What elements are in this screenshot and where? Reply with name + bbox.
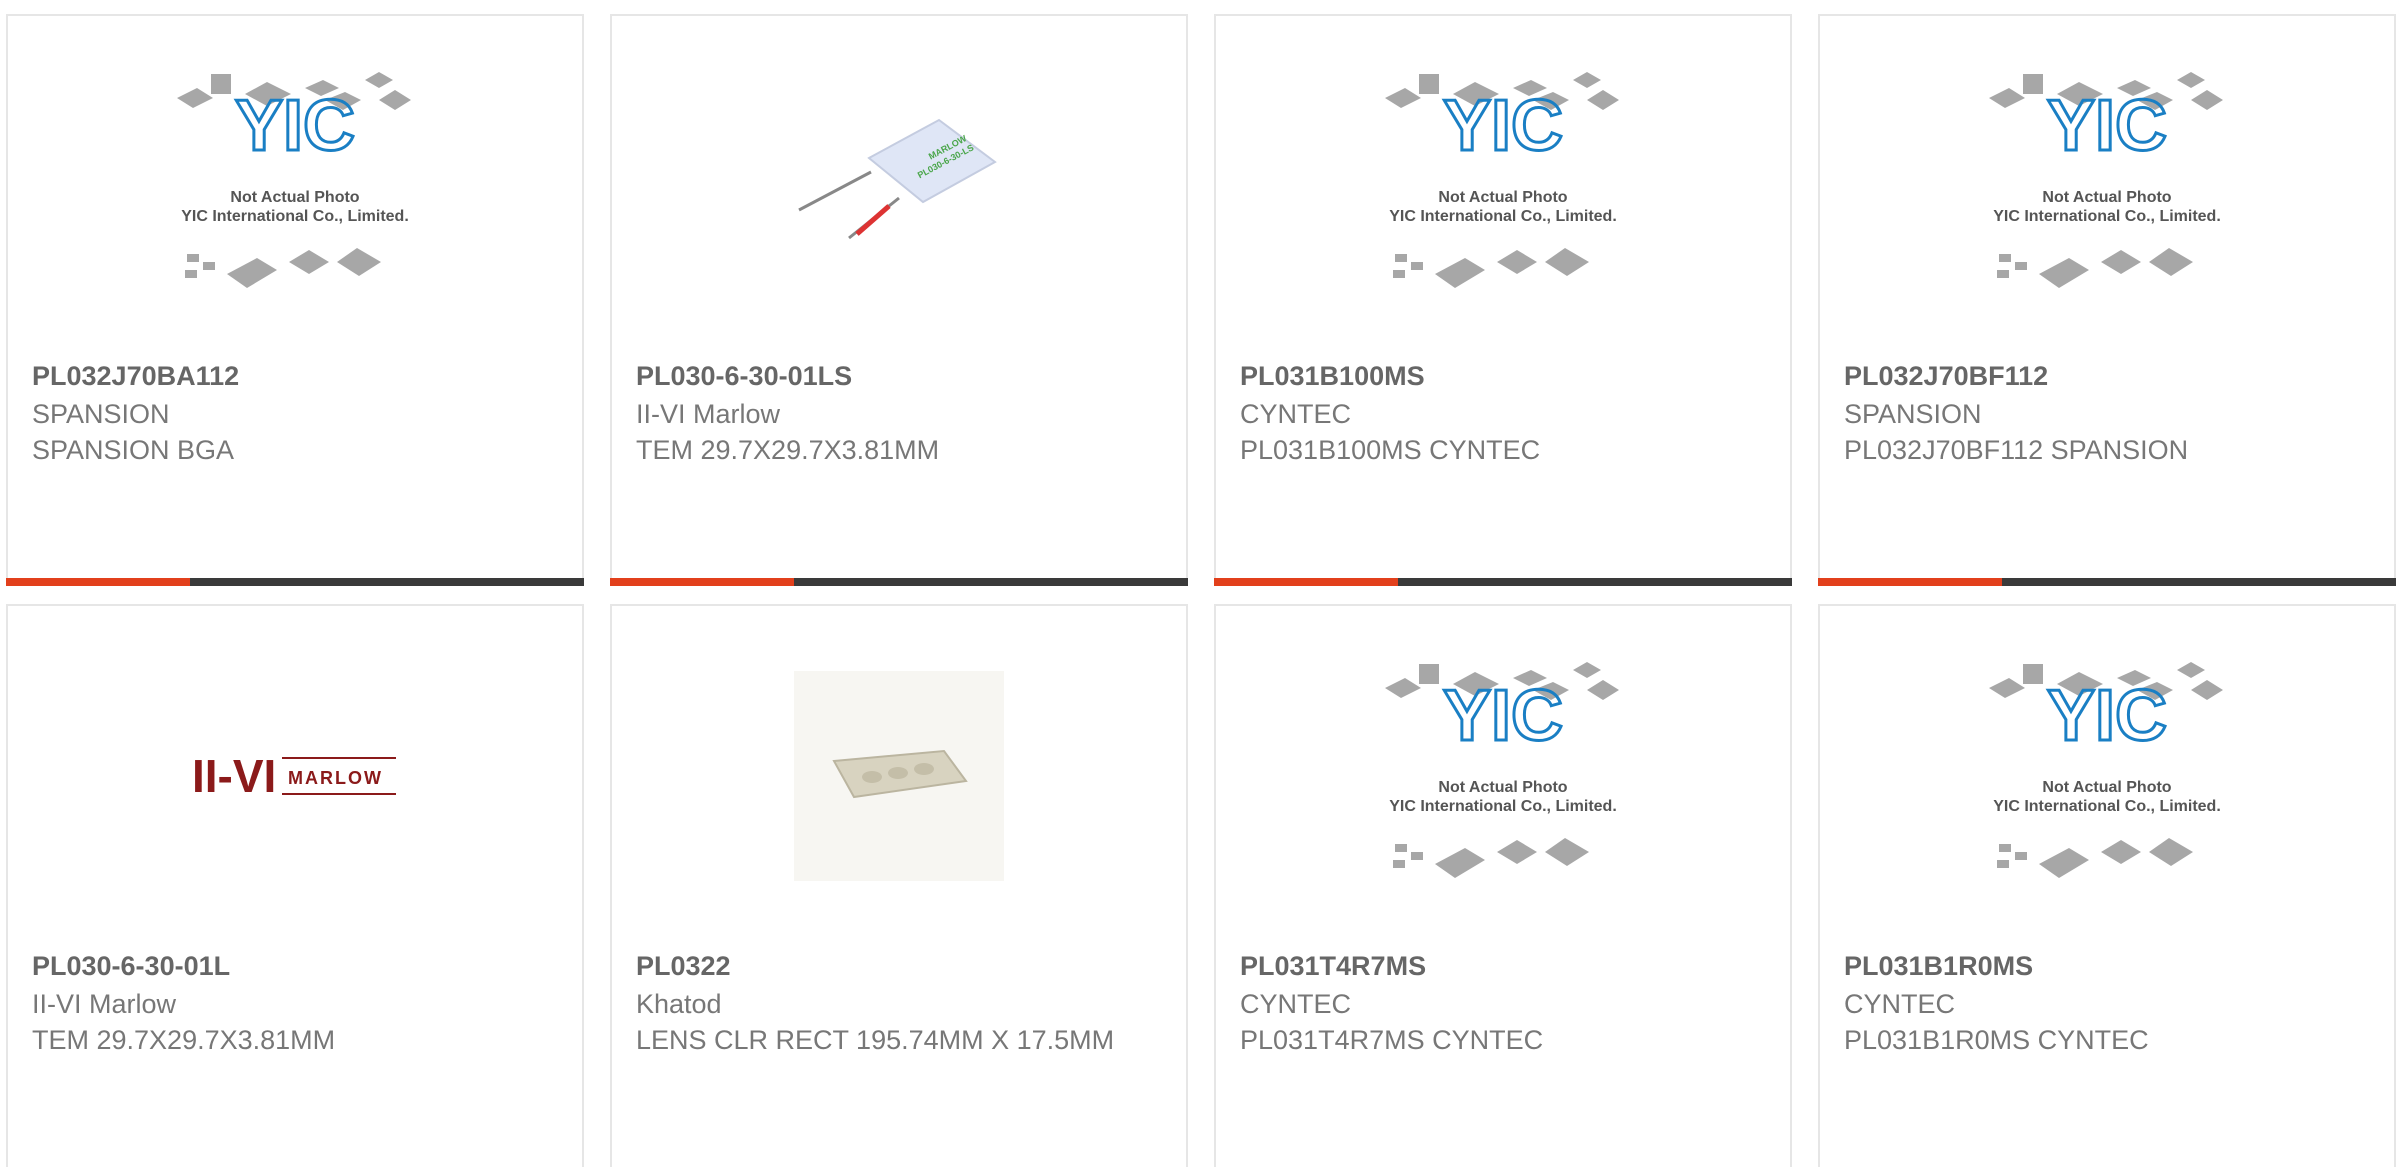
product-image[interactable]: MARLOW PL030-6-30-LS	[612, 16, 1186, 356]
product-image[interactable]: YIC Not Actual Photo YIC International C…	[1820, 16, 2394, 356]
part-number[interactable]: PL032J70BA112	[32, 358, 239, 394]
manufacturer: CYNTEC	[1240, 989, 1352, 1019]
description: TEM 29.7X29.7X3.81MM	[636, 435, 940, 465]
placeholder-line1: Not Actual Photo	[230, 189, 359, 206]
logo-right-text: MARLOW	[288, 768, 383, 788]
card-accent-bar	[1214, 578, 1398, 586]
product-image[interactable]: II-VI MARLOW	[8, 606, 582, 946]
part-number[interactable]: PL030-6-30-01LS	[636, 358, 852, 394]
not-actual-photo-placeholder: YIC Not Actual Photo YIC International C…	[1989, 662, 2223, 878]
product-card[interactable]: II-VI MARLOW PL030-6-30-01L II-VI Marlow…	[6, 604, 584, 1167]
manufacturer: SPANSION	[1844, 399, 1982, 429]
placeholder-line1: Not Actual Photo	[1438, 779, 1567, 796]
placeholder-line1: Not Actual Photo	[1438, 189, 1567, 206]
card-bottom-bar	[1818, 578, 2396, 586]
placeholder-line2: YIC International Co., Limited.	[1993, 208, 2221, 225]
placeholder-line2: YIC International Co., Limited.	[1389, 798, 1617, 815]
product-card[interactable]: YIC Not Actual Photo YIC International C…	[6, 14, 584, 586]
manufacturer: II-VI Marlow	[32, 989, 177, 1019]
card-bottom-bar	[6, 578, 584, 586]
placeholder-line1: Not Actual Photo	[2042, 189, 2171, 206]
description: LENS CLR RECT 195.74MM X 17.5MM	[636, 1025, 1115, 1055]
part-number[interactable]: PL031B100MS	[1240, 358, 1425, 394]
card-accent-bar	[6, 578, 190, 586]
part-number[interactable]: PL031T4R7MS	[1240, 948, 1426, 984]
card-accent-bar	[1818, 578, 2002, 586]
product-image[interactable]: YIC Not Actual Photo YIC International C…	[1216, 606, 1790, 946]
not-actual-photo-placeholder: YIC Not Actual Photo YIC International C…	[177, 72, 411, 288]
description: TEM 29.7X29.7X3.81MM	[32, 1025, 336, 1055]
marlow-logo: II-VI MARLOW	[192, 750, 396, 802]
description: PL031B1R0MS CYNTEC	[1844, 1025, 2149, 1055]
tec-module-image: MARLOW PL030-6-30-LS	[798, 118, 997, 240]
manufacturer: CYNTEC	[1240, 399, 1352, 429]
card-bottom-bar	[1214, 578, 1792, 586]
product-image[interactable]: YIC Not Actual Photo YIC International C…	[8, 16, 582, 356]
part-number[interactable]: PL0322	[636, 948, 731, 984]
part-number[interactable]: PL030-6-30-01L	[32, 948, 230, 984]
yic-logo: YIC	[1443, 86, 1563, 166]
placeholder-line2: YIC International Co., Limited.	[1993, 798, 2221, 815]
lens-strip-image	[794, 671, 1004, 881]
yic-logo: YIC	[2047, 86, 2167, 166]
description: SPANSION BGA	[32, 435, 235, 465]
placeholder-line2: YIC International Co., Limited.	[181, 208, 409, 225]
product-image[interactable]	[612, 606, 1186, 946]
part-number[interactable]: PL032J70BF112	[1844, 358, 2048, 394]
logo-left-text: II-VI	[192, 750, 276, 802]
product-image[interactable]: YIC Not Actual Photo YIC International C…	[1216, 16, 1790, 356]
product-card[interactable]: MARLOW PL030-6-30-LS PL030-6-30-01LS II-…	[610, 14, 1188, 586]
description: PL031T4R7MS CYNTEC	[1240, 1025, 1544, 1055]
part-number[interactable]: PL031B1R0MS	[1844, 948, 2033, 984]
manufacturer: SPANSION	[32, 399, 170, 429]
product-card[interactable]: PL0322 Khatod LENS CLR RECT 195.74MM X 1…	[610, 604, 1188, 1167]
product-card[interactable]: YIC Not Actual Photo YIC International C…	[1214, 604, 1792, 1167]
description: PL031B100MS CYNTEC	[1240, 435, 1541, 465]
description: PL032J70BF112 SPANSION	[1844, 435, 2189, 465]
product-grid: YIC Not Actual Photo YIC International C…	[0, 0, 2400, 1167]
product-card[interactable]: YIC Not Actual Photo YIC International C…	[1214, 14, 1792, 586]
manufacturer: Khatod	[636, 989, 722, 1019]
product-image[interactable]: YIC Not Actual Photo YIC International C…	[1820, 606, 2394, 946]
product-card[interactable]: YIC Not Actual Photo YIC International C…	[1818, 604, 2396, 1167]
yic-logo: YIC	[1443, 676, 1563, 756]
product-card[interactable]: YIC Not Actual Photo YIC International C…	[1818, 14, 2396, 586]
manufacturer: II-VI Marlow	[636, 399, 781, 429]
card-accent-bar	[610, 578, 794, 586]
yic-logo: YIC	[2047, 676, 2167, 756]
not-actual-photo-placeholder: YIC Not Actual Photo YIC International C…	[1989, 72, 2223, 288]
manufacturer: CYNTEC	[1844, 989, 1956, 1019]
yic-logo: YIC	[235, 86, 355, 166]
not-actual-photo-placeholder: YIC Not Actual Photo YIC International C…	[1385, 72, 1619, 288]
not-actual-photo-placeholder: YIC Not Actual Photo YIC International C…	[1385, 662, 1619, 878]
placeholder-line1: Not Actual Photo	[2042, 779, 2171, 796]
placeholder-line2: YIC International Co., Limited.	[1389, 208, 1617, 225]
card-bottom-bar	[610, 578, 1188, 586]
